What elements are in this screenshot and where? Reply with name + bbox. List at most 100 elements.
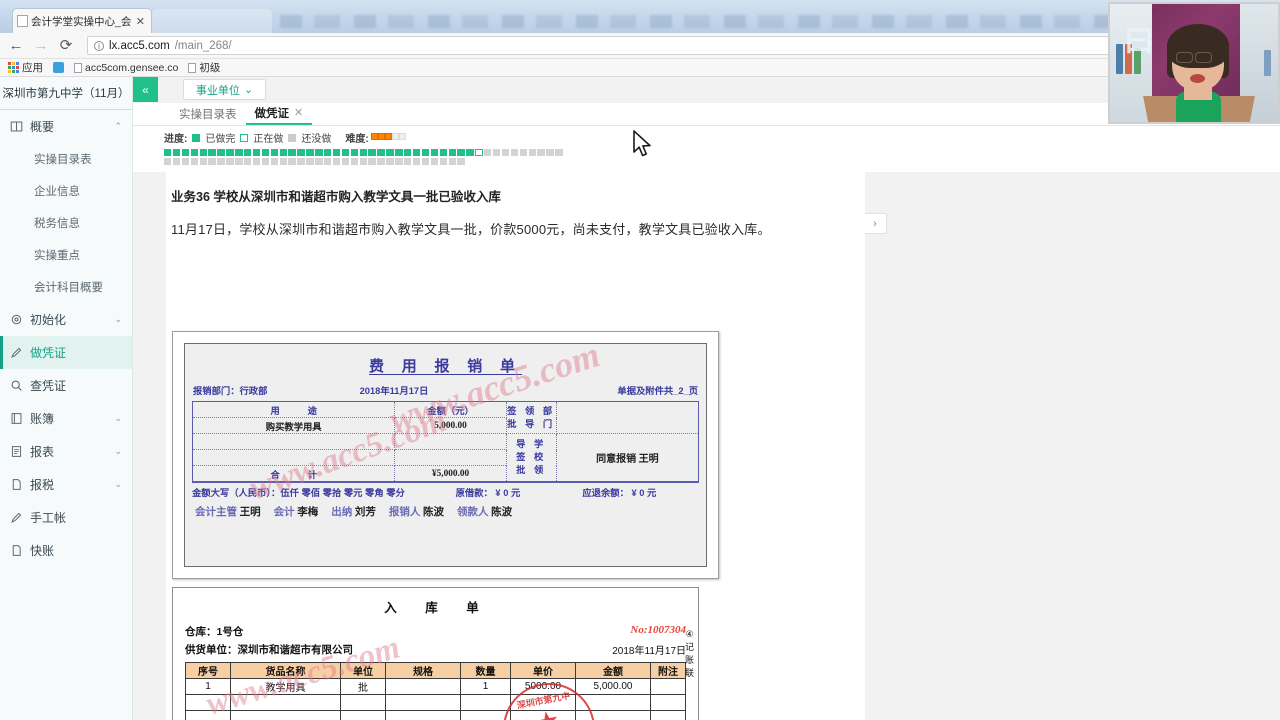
- progress-step-32[interactable]: [440, 149, 447, 156]
- progress-step-28[interactable]: [404, 149, 411, 156]
- progress-step-2[interactable]: [173, 149, 180, 156]
- warehouse-receipt-document[interactable]: www.acc5.com 入 库 单 仓库：1号仓 供货单位：深圳市和谐超市有限…: [172, 587, 699, 720]
- close-icon[interactable]: ✕: [134, 15, 147, 28]
- progress-step-53[interactable]: [226, 158, 233, 165]
- progress-step-48[interactable]: [182, 158, 189, 165]
- progress-step-46[interactable]: [164, 158, 171, 165]
- progress-step-10[interactable]: [244, 149, 251, 156]
- progress-step-6[interactable]: [208, 149, 215, 156]
- progress-step-22[interactable]: [351, 149, 358, 156]
- instructor-video-overlay[interactable]: 曰: [1108, 2, 1280, 124]
- progress-step-33[interactable]: [449, 149, 456, 156]
- progress-step-44[interactable]: [546, 149, 553, 156]
- bookmark-blue[interactable]: [53, 62, 64, 73]
- progress-step-20[interactable]: [333, 149, 340, 156]
- progress-step-68[interactable]: [360, 158, 367, 165]
- progress-step-15[interactable]: [288, 149, 295, 156]
- progress-step-49[interactable]: [191, 158, 198, 165]
- progress-step-78[interactable]: [449, 158, 456, 165]
- progress-step-19[interactable]: [324, 149, 331, 156]
- sidebar-item-报税[interactable]: 报税⌄: [0, 468, 132, 501]
- progress-step-56[interactable]: [253, 158, 260, 165]
- progress-step-40[interactable]: [511, 149, 518, 156]
- reload-icon[interactable]: ⟳: [58, 38, 74, 53]
- progress-step-52[interactable]: [217, 158, 224, 165]
- progress-step-54[interactable]: [235, 158, 242, 165]
- back-icon[interactable]: ←: [8, 38, 24, 53]
- progress-step-50[interactable]: [200, 158, 207, 165]
- progress-step-55[interactable]: [244, 158, 251, 165]
- progress-step-47[interactable]: [173, 158, 180, 165]
- progress-step-27[interactable]: [395, 149, 402, 156]
- progress-step-41[interactable]: [520, 149, 527, 156]
- sidebar-subitem-企业信息[interactable]: 企业信息: [0, 175, 132, 207]
- sidebar-collapse-button[interactable]: «: [133, 77, 158, 102]
- sidebar-item-初始化[interactable]: 初始化⌄: [0, 303, 132, 336]
- progress-step-12[interactable]: [262, 149, 269, 156]
- sidebar-item-概要[interactable]: 概要⌃: [0, 110, 132, 143]
- address-bar[interactable]: i lx.acc5.com/main_268/: [87, 36, 1280, 55]
- browser-tab-active[interactable]: 会计学堂实操中心_会计 ✕: [12, 8, 152, 33]
- progress-step-77[interactable]: [440, 158, 447, 165]
- bookmark-gensee[interactable]: acc5com.gensee.co: [74, 62, 178, 74]
- progress-step-37[interactable]: [484, 149, 491, 156]
- progress-step-16[interactable]: [297, 149, 304, 156]
- sidebar-subitem-会计科目概要[interactable]: 会计科目概要: [0, 271, 132, 303]
- bookmark-chuji[interactable]: 初级: [188, 60, 220, 75]
- progress-step-66[interactable]: [342, 158, 349, 165]
- progress-step-73[interactable]: [404, 158, 411, 165]
- progress-step-14[interactable]: [280, 149, 287, 156]
- tab-实操目录表[interactable]: 实操目录表: [170, 102, 246, 125]
- progress-step-75[interactable]: [422, 158, 429, 165]
- progress-step-18[interactable]: [315, 149, 322, 156]
- sidebar-item-查凭证[interactable]: 查凭证: [0, 369, 132, 402]
- sidebar-item-手工帐[interactable]: 手工帐: [0, 501, 132, 534]
- progress-step-35[interactable]: [466, 149, 473, 156]
- sidebar-subitem-实操重点[interactable]: 实操重点: [0, 239, 132, 271]
- sidebar-item-快账[interactable]: 快账: [0, 534, 132, 567]
- progress-step-3[interactable]: [182, 149, 189, 156]
- sidebar-item-账簿[interactable]: 账簿⌄: [0, 402, 132, 435]
- progress-step-70[interactable]: [377, 158, 384, 165]
- sidebar-subitem-实操目录表[interactable]: 实操目录表: [0, 143, 132, 175]
- org-type-select[interactable]: 事业单位 ⌄: [183, 79, 266, 100]
- progress-step-29[interactable]: [413, 149, 420, 156]
- site-info-icon[interactable]: i: [94, 41, 104, 51]
- progress-step-67[interactable]: [351, 158, 358, 165]
- progress-step-25[interactable]: [377, 149, 384, 156]
- progress-step-34[interactable]: [457, 149, 464, 156]
- progress-step-64[interactable]: [324, 158, 331, 165]
- progress-step-60[interactable]: [288, 158, 295, 165]
- progress-step-43[interactable]: [537, 149, 544, 156]
- progress-step-11[interactable]: [253, 149, 260, 156]
- progress-step-23[interactable]: [360, 149, 367, 156]
- progress-step-36[interactable]: [475, 149, 482, 156]
- progress-step-13[interactable]: [271, 149, 278, 156]
- sidebar-subitem-税务信息[interactable]: 税务信息: [0, 207, 132, 239]
- progress-step-39[interactable]: [502, 149, 509, 156]
- expense-voucher-document[interactable]: www.acc5.com www.acc5.com 费 用 报 销 单 报销部门…: [172, 331, 719, 579]
- progress-step-79[interactable]: [457, 158, 464, 165]
- progress-step-71[interactable]: [386, 158, 393, 165]
- progress-step-45[interactable]: [555, 149, 562, 156]
- progress-step-63[interactable]: [315, 158, 322, 165]
- progress-step-31[interactable]: [431, 149, 438, 156]
- progress-step-58[interactable]: [271, 158, 278, 165]
- sidebar-item-做凭证[interactable]: 做凭证: [0, 336, 132, 369]
- progress-step-42[interactable]: [529, 149, 536, 156]
- progress-step-72[interactable]: [395, 158, 402, 165]
- progress-step-65[interactable]: [333, 158, 340, 165]
- tab-做凭证[interactable]: 做凭证 ✕: [246, 102, 313, 125]
- progress-step-62[interactable]: [306, 158, 313, 165]
- close-icon[interactable]: ✕: [294, 106, 303, 119]
- progress-step-61[interactable]: [297, 158, 304, 165]
- progress-step-76[interactable]: [431, 158, 438, 165]
- progress-step-21[interactable]: [342, 149, 349, 156]
- progress-step-7[interactable]: [217, 149, 224, 156]
- progress-step-17[interactable]: [306, 149, 313, 156]
- progress-step-8[interactable]: [226, 149, 233, 156]
- progress-step-1[interactable]: [164, 149, 171, 156]
- progress-step-38[interactable]: [493, 149, 500, 156]
- progress-step-9[interactable]: [235, 149, 242, 156]
- progress-step-bars[interactable]: [164, 149, 564, 165]
